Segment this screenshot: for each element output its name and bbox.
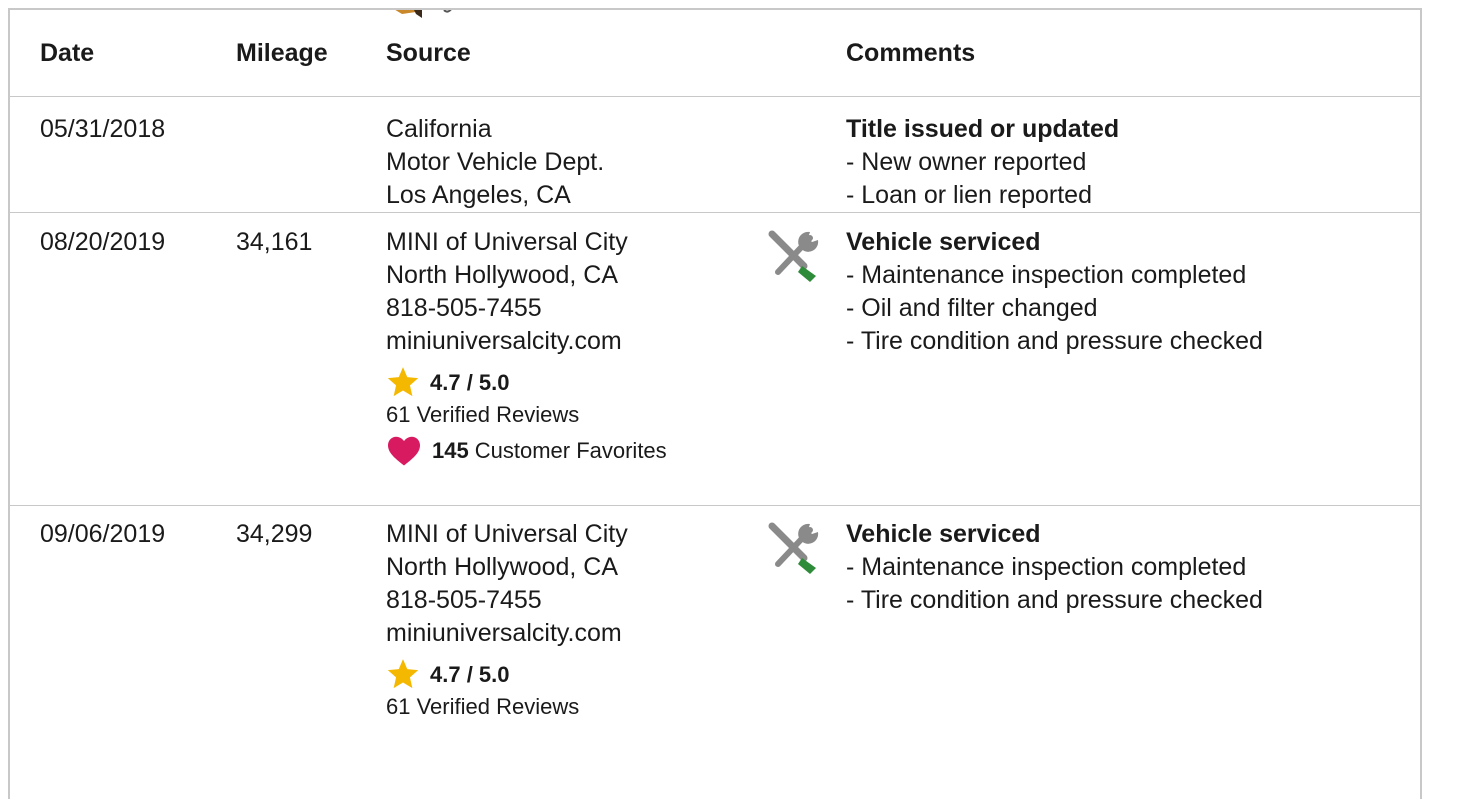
table-row: 09/06/2019 34,299 MINI of Universal City… bbox=[10, 506, 1420, 799]
rating-value: 4.7 / 5.0 bbox=[430, 369, 510, 395]
column-header-comments: Comments bbox=[846, 10, 1420, 97]
row-source: MINI of Universal City North Hollywood, … bbox=[386, 506, 764, 799]
row-source: California Motor Vehicle Dept. Los Angel… bbox=[386, 96, 764, 213]
source-location: North Hollywood, CA bbox=[386, 553, 619, 581]
column-header-date: Date bbox=[10, 10, 236, 97]
verified-reviews-link[interactable]: 61 Verified Reviews bbox=[386, 400, 764, 430]
verified-reviews-link[interactable]: 61 Verified Reviews bbox=[386, 692, 764, 722]
comment-item: Maintenance inspection completed bbox=[846, 259, 1420, 292]
tools-icon bbox=[768, 230, 819, 282]
source-name: California bbox=[386, 115, 492, 143]
star-icon bbox=[387, 659, 419, 689]
comment-item: New owner reported bbox=[846, 146, 1420, 179]
dealer-rating: 4.7 / 5.0 bbox=[386, 364, 764, 400]
comment-item: Loan or lien reported bbox=[846, 179, 1420, 212]
row-icon-cell bbox=[764, 96, 846, 213]
customer-favorites: 145 Customer Favorites bbox=[386, 434, 764, 467]
comment-item: Tire condition and pressure checked bbox=[846, 584, 1420, 617]
source-website-link[interactable]: miniuniversalcity.com bbox=[386, 617, 764, 650]
source-phone[interactable]: 818-505-7455 bbox=[386, 584, 764, 617]
row-mileage bbox=[236, 96, 386, 213]
comment-title: Title issued or updated bbox=[846, 115, 1120, 143]
heart-icon bbox=[388, 436, 420, 466]
source-location: Los Angeles, CA bbox=[386, 181, 571, 209]
table-row: 08/20/2019 34,161 MINI of Universal City… bbox=[10, 212, 1420, 506]
comment-title: Vehicle serviced bbox=[846, 520, 1041, 548]
row-date: 08/20/2019 bbox=[10, 212, 236, 506]
row-comments: Vehicle serviced Maintenance inspection … bbox=[846, 506, 1420, 799]
row-comments: Vehicle serviced Maintenance inspection … bbox=[846, 212, 1420, 506]
row-icon-cell bbox=[764, 506, 846, 799]
tools-icon bbox=[768, 522, 819, 574]
row-mileage: 34,161 bbox=[236, 212, 386, 506]
table-row: 05/31/2018 California Motor Vehicle Dept… bbox=[10, 96, 1420, 213]
column-header-mileage: Mileage bbox=[236, 10, 386, 97]
rating-value: 4.7 / 5.0 bbox=[430, 661, 510, 687]
row-source: MINI of Universal City North Hollywood, … bbox=[386, 212, 764, 506]
column-header-source: Source bbox=[386, 10, 764, 97]
row-icon-cell bbox=[764, 212, 846, 506]
favorites-label: Customer Favorites bbox=[474, 438, 667, 463]
table-header-row: Date Mileage Source Comments bbox=[10, 10, 1420, 97]
source-name: MINI of Universal City bbox=[386, 520, 628, 548]
favorites-count: 145 bbox=[432, 438, 469, 463]
history-table-panel: Date Mileage Source Comments 05/31/2018 … bbox=[8, 8, 1422, 799]
comment-title: Vehicle serviced bbox=[846, 228, 1041, 256]
dealer-rating: 4.7 / 5.0 bbox=[386, 656, 764, 692]
star-icon bbox=[387, 367, 419, 397]
source-dept: Motor Vehicle Dept. bbox=[386, 148, 605, 176]
row-mileage: 34,299 bbox=[236, 520, 313, 548]
vehicle-history-table: Date Mileage Source Comments 05/31/2018 … bbox=[10, 10, 1420, 799]
source-phone[interactable]: 818-505-7455 bbox=[386, 292, 764, 325]
row-date: 09/06/2019 bbox=[40, 520, 166, 548]
source-name: MINI of Universal City bbox=[386, 228, 628, 256]
comment-item: Tire condition and pressure checked bbox=[846, 325, 1420, 358]
comment-item: Oil and filter changed bbox=[846, 292, 1420, 325]
comment-item: Maintenance inspection completed bbox=[846, 551, 1420, 584]
column-header-icon bbox=[764, 10, 846, 97]
source-website-link[interactable]: miniuniversalcity.com bbox=[386, 325, 764, 358]
row-date: 05/31/2018 bbox=[10, 96, 236, 213]
source-location: North Hollywood, CA bbox=[386, 261, 619, 289]
row-comments: Title issued or updated New owner report… bbox=[846, 96, 1420, 213]
